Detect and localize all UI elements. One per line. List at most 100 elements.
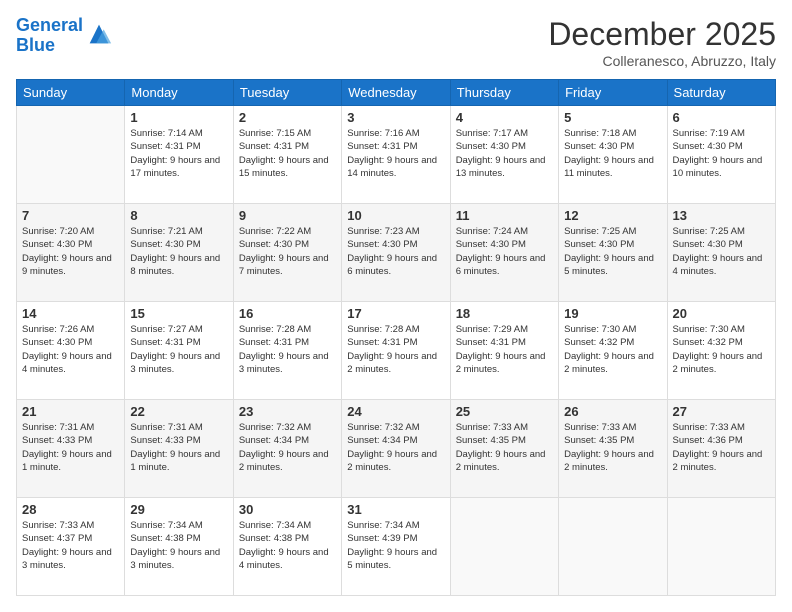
day-number: 10 (347, 208, 444, 223)
day-number: 31 (347, 502, 444, 517)
day-info: Sunrise: 7:34 AMSunset: 4:38 PMDaylight:… (130, 519, 227, 572)
day-info: Sunrise: 7:27 AMSunset: 4:31 PMDaylight:… (130, 323, 227, 376)
calendar-cell (559, 498, 667, 596)
calendar-cell: 25Sunrise: 7:33 AMSunset: 4:35 PMDayligh… (450, 400, 558, 498)
day-number: 21 (22, 404, 119, 419)
calendar-cell: 10 Sunrise: 7:23 AMSunset: 4:30 PMDayligh… (342, 204, 450, 302)
calendar-cell: 3 Sunrise: 7:16 AMSunset: 4:31 PMDaylight… (342, 106, 450, 204)
weekday-header-wednesday: Wednesday (342, 80, 450, 106)
calendar-cell: 31 Sunrise: 7:34 AMSunset: 4:39 PMDayligh… (342, 498, 450, 596)
calendar-cell: 4Sunrise: 7:17 AMSunset: 4:30 PMDaylight… (450, 106, 558, 204)
day-number: 28 (22, 502, 119, 517)
day-number: 8 (130, 208, 227, 223)
subtitle: Colleranesco, Abruzzo, Italy (548, 53, 776, 69)
weekday-header-saturday: Saturday (667, 80, 775, 106)
day-info: Sunrise: 7:32 AMSunset: 4:34 PMDaylight:… (239, 421, 336, 474)
day-info: Sunrise: 7:34 AMSunset: 4:39 PMDaylight:… (347, 519, 444, 572)
calendar-cell: 11Sunrise: 7:24 AMSunset: 4:30 PMDayligh… (450, 204, 558, 302)
weekday-header-thursday: Thursday (450, 80, 558, 106)
day-info: Sunrise: 7:21 AMSunset: 4:30 PMDaylight:… (130, 225, 227, 278)
day-info: Sunrise: 7:18 AMSunset: 4:30 PMDaylight:… (564, 127, 661, 180)
calendar-cell: 14Sunrise: 7:26 AMSunset: 4:30 PMDayligh… (17, 302, 125, 400)
calendar-cell: 6 Sunrise: 7:19 AMSunset: 4:30 PMDaylight… (667, 106, 775, 204)
logo-line2: Blue (16, 35, 55, 55)
day-info: Sunrise: 7:29 AMSunset: 4:31 PMDaylight:… (456, 323, 553, 376)
page: General Blue December 2025 Colleranesco,… (0, 0, 792, 612)
day-info: Sunrise: 7:30 AMSunset: 4:32 PMDaylight:… (673, 323, 770, 376)
calendar-cell: 20Sunrise: 7:30 AMSunset: 4:32 PMDayligh… (667, 302, 775, 400)
logo-line1: General (16, 15, 83, 35)
day-number: 29 (130, 502, 227, 517)
calendar-cell (667, 498, 775, 596)
calendar-cell: 8 Sunrise: 7:21 AMSunset: 4:30 PMDaylight… (125, 204, 233, 302)
calendar-cell: 13 Sunrise: 7:25 AMSunset: 4:30 PMDayligh… (667, 204, 775, 302)
day-info: Sunrise: 7:15 AMSunset: 4:31 PMDaylight:… (239, 127, 336, 180)
day-number: 26 (564, 404, 661, 419)
logo: General Blue (16, 16, 113, 56)
calendar-week-4: 21 Sunrise: 7:31 AMSunset: 4:33 PMDayligh… (17, 400, 776, 498)
day-number: 30 (239, 502, 336, 517)
day-number: 1 (130, 110, 227, 125)
day-info: Sunrise: 7:33 AMSunset: 4:35 PMDaylight:… (564, 421, 661, 474)
weekday-header-sunday: Sunday (17, 80, 125, 106)
day-number: 6 (673, 110, 770, 125)
calendar: SundayMondayTuesdayWednesdayThursdayFrid… (16, 79, 776, 596)
header: General Blue December 2025 Colleranesco,… (16, 16, 776, 69)
day-number: 18 (456, 306, 553, 321)
day-number: 24 (347, 404, 444, 419)
day-number: 19 (564, 306, 661, 321)
day-info: Sunrise: 7:25 AMSunset: 4:30 PMDaylight:… (673, 225, 770, 278)
day-number: 12 (564, 208, 661, 223)
day-number: 13 (673, 208, 770, 223)
day-info: Sunrise: 7:33 AMSunset: 4:35 PMDaylight:… (456, 421, 553, 474)
day-info: Sunrise: 7:30 AMSunset: 4:32 PMDaylight:… (564, 323, 661, 376)
day-info: Sunrise: 7:31 AMSunset: 4:33 PMDaylight:… (22, 421, 119, 474)
day-info: Sunrise: 7:19 AMSunset: 4:30 PMDaylight:… (673, 127, 770, 180)
day-info: Sunrise: 7:33 AMSunset: 4:37 PMDaylight:… (22, 519, 119, 572)
day-number: 7 (22, 208, 119, 223)
calendar-cell (450, 498, 558, 596)
day-number: 22 (130, 404, 227, 419)
calendar-cell: 29 Sunrise: 7:34 AMSunset: 4:38 PMDayligh… (125, 498, 233, 596)
day-info: Sunrise: 7:32 AMSunset: 4:34 PMDaylight:… (347, 421, 444, 474)
day-info: Sunrise: 7:31 AMSunset: 4:33 PMDaylight:… (130, 421, 227, 474)
calendar-cell: 23Sunrise: 7:32 AMSunset: 4:34 PMDayligh… (233, 400, 341, 498)
calendar-cell: 17Sunrise: 7:28 AMSunset: 4:31 PMDayligh… (342, 302, 450, 400)
day-info: Sunrise: 7:25 AMSunset: 4:30 PMDaylight:… (564, 225, 661, 278)
day-number: 2 (239, 110, 336, 125)
day-info: Sunrise: 7:28 AMSunset: 4:31 PMDaylight:… (347, 323, 444, 376)
day-info: Sunrise: 7:26 AMSunset: 4:30 PMDaylight:… (22, 323, 119, 376)
day-info: Sunrise: 7:16 AMSunset: 4:31 PMDaylight:… (347, 127, 444, 180)
month-title: December 2025 (548, 16, 776, 53)
day-info: Sunrise: 7:20 AMSunset: 4:30 PMDaylight:… (22, 225, 119, 278)
day-info: Sunrise: 7:22 AMSunset: 4:30 PMDaylight:… (239, 225, 336, 278)
calendar-header-row: SundayMondayTuesdayWednesdayThursdayFrid… (17, 80, 776, 106)
calendar-cell: 21 Sunrise: 7:31 AMSunset: 4:33 PMDayligh… (17, 400, 125, 498)
calendar-cell (17, 106, 125, 204)
calendar-cell: 26 Sunrise: 7:33 AMSunset: 4:35 PMDayligh… (559, 400, 667, 498)
calendar-cell: 7 Sunrise: 7:20 AMSunset: 4:30 PMDaylight… (17, 204, 125, 302)
calendar-cell: 16 Sunrise: 7:28 AMSunset: 4:31 PMDayligh… (233, 302, 341, 400)
calendar-cell: 1 Sunrise: 7:14 AMSunset: 4:31 PMDaylight… (125, 106, 233, 204)
day-number: 16 (239, 306, 336, 321)
day-info: Sunrise: 7:14 AMSunset: 4:31 PMDaylight:… (130, 127, 227, 180)
day-info: Sunrise: 7:34 AMSunset: 4:38 PMDaylight:… (239, 519, 336, 572)
day-number: 27 (673, 404, 770, 419)
day-info: Sunrise: 7:24 AMSunset: 4:30 PMDaylight:… (456, 225, 553, 278)
calendar-cell: 30 Sunrise: 7:34 AMSunset: 4:38 PMDayligh… (233, 498, 341, 596)
calendar-cell: 5 Sunrise: 7:18 AMSunset: 4:30 PMDaylight… (559, 106, 667, 204)
day-number: 5 (564, 110, 661, 125)
calendar-week-2: 7 Sunrise: 7:20 AMSunset: 4:30 PMDaylight… (17, 204, 776, 302)
weekday-header-tuesday: Tuesday (233, 80, 341, 106)
calendar-week-5: 28 Sunrise: 7:33 AMSunset: 4:37 PMDayligh… (17, 498, 776, 596)
calendar-cell: 19 Sunrise: 7:30 AMSunset: 4:32 PMDayligh… (559, 302, 667, 400)
calendar-cell: 15Sunrise: 7:27 AMSunset: 4:31 PMDayligh… (125, 302, 233, 400)
day-info: Sunrise: 7:23 AMSunset: 4:30 PMDaylight:… (347, 225, 444, 278)
calendar-cell: 28 Sunrise: 7:33 AMSunset: 4:37 PMDayligh… (17, 498, 125, 596)
day-number: 4 (456, 110, 553, 125)
day-info: Sunrise: 7:28 AMSunset: 4:31 PMDaylight:… (239, 323, 336, 376)
weekday-header-friday: Friday (559, 80, 667, 106)
calendar-cell: 22 Sunrise: 7:31 AMSunset: 4:33 PMDayligh… (125, 400, 233, 498)
day-number: 3 (347, 110, 444, 125)
weekday-header-monday: Monday (125, 80, 233, 106)
